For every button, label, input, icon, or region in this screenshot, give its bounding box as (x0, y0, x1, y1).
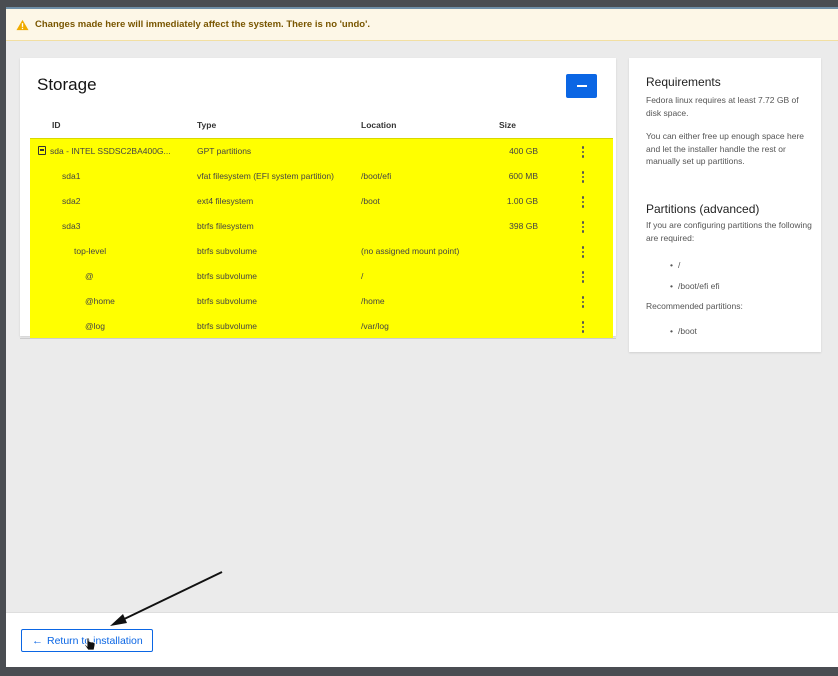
column-header-type: Type (197, 120, 217, 130)
row-id: sda1 (62, 171, 81, 181)
row-type: ext4 filesystem (197, 196, 254, 206)
required-partitions-list: / /boot/efi efi (670, 259, 810, 300)
table-row[interactable]: sda3 btrfs filesystem 398 GB (30, 214, 613, 239)
row-id: sda2 (62, 196, 81, 206)
warning-text: Changes made here will immediately affec… (35, 19, 371, 30)
disk-icon (38, 146, 46, 155)
list-item: /boot (670, 325, 810, 338)
row-type: vfat filesystem (EFI system partition) (197, 171, 334, 181)
annotation-arrow-icon (110, 571, 223, 626)
table-row[interactable]: @log btrfs subvolume /var/log (30, 314, 613, 339)
row-id: @ (85, 271, 94, 281)
requirements-text: Fedora linux requires at least 7.72 GB o… (646, 95, 799, 118)
row-location: /boot (361, 196, 380, 206)
row-type: btrfs subvolume (197, 246, 257, 256)
row-id: top-level (74, 246, 107, 256)
row-size: 400 GB (509, 146, 538, 156)
kebab-menu-icon[interactable] (578, 296, 588, 308)
column-header-location: Location (361, 120, 397, 130)
row-id: @log (85, 321, 105, 331)
row-id: sda3 (62, 221, 81, 231)
table-row[interactable]: sda1 vfat filesystem (EFI system partiti… (30, 164, 613, 189)
kebab-menu-icon[interactable] (578, 171, 588, 183)
row-type: GPT partitions (197, 146, 252, 156)
row-location: / (361, 271, 364, 281)
column-header-size: Size (499, 120, 517, 130)
kebab-menu-icon[interactable] (578, 196, 588, 208)
row-type: btrfs subvolume (197, 321, 257, 331)
arrow-left-icon: ← (32, 634, 43, 647)
row-size: 398 GB (509, 221, 538, 231)
kebab-menu-icon[interactable] (578, 246, 588, 258)
list-item: /boot/efi efi (670, 280, 810, 293)
requirements-title: Requirements (646, 75, 721, 89)
row-location: /home (361, 296, 385, 306)
kebab-menu-icon[interactable] (578, 321, 588, 333)
row-size: 1.00 GB (506, 196, 538, 206)
recommended-partitions-list: /boot (670, 325, 810, 346)
table-row[interactable]: sda2 ext4 filesystem /boot 1.00 GB (30, 189, 613, 214)
mouse-cursor-icon (84, 637, 96, 651)
page-title: Storage (37, 75, 97, 94)
requirements-help-text: You can either free up enough space here… (646, 131, 805, 166)
table-row[interactable]: @home btrfs subvolume /home (30, 289, 613, 314)
kebab-menu-icon[interactable] (578, 271, 588, 283)
installer-window: Changes made here will immediately affec… (6, 7, 838, 667)
storage-table: sda - INTEL SSDSC2BA400G... GPT partitio… (30, 138, 613, 339)
storage-card: Storage ID Type Location Size sda - INTE… (20, 58, 616, 339)
row-id: sda - INTEL SSDSC2BA400G... (38, 139, 171, 164)
row-location: (no assigned mount point) (361, 246, 460, 256)
kebab-menu-icon[interactable] (578, 146, 588, 158)
warning-banner: Changes made here will immediately affec… (6, 9, 838, 41)
table-divider (20, 338, 616, 339)
recommended-label: Recommended partitions: (646, 301, 743, 311)
row-type: btrfs filesystem (197, 221, 254, 231)
row-location: /var/log (361, 321, 389, 331)
row-size: 600 MB (508, 171, 538, 181)
list-item: / (670, 259, 810, 272)
table-row[interactable]: sda - INTEL SSDSC2BA400G... GPT partitio… (30, 138, 613, 164)
requirements-card: Requirements Fedora linux requires at le… (629, 58, 821, 352)
kebab-menu-icon[interactable] (578, 221, 588, 233)
warning-icon (16, 19, 29, 30)
row-type: btrfs subvolume (197, 296, 257, 306)
hamburger-icon (576, 85, 587, 87)
storage-menu-button[interactable] (566, 74, 597, 98)
row-type: btrfs subvolume (197, 271, 257, 281)
row-id-text: sda - INTEL SSDSC2BA400G... (50, 146, 171, 156)
row-location: /boot/efi (361, 171, 392, 181)
column-header-id: ID (52, 120, 61, 130)
row-id: @home (85, 296, 115, 306)
table-row[interactable]: top-level btrfs subvolume (no assigned m… (30, 239, 613, 264)
partitions-title: Partitions (advanced) (646, 202, 760, 216)
table-row[interactable]: @ btrfs subvolume / (30, 264, 613, 289)
table-header: ID Type Location Size (20, 120, 616, 136)
partitions-text: If you are configuring partitions the fo… (646, 220, 812, 243)
